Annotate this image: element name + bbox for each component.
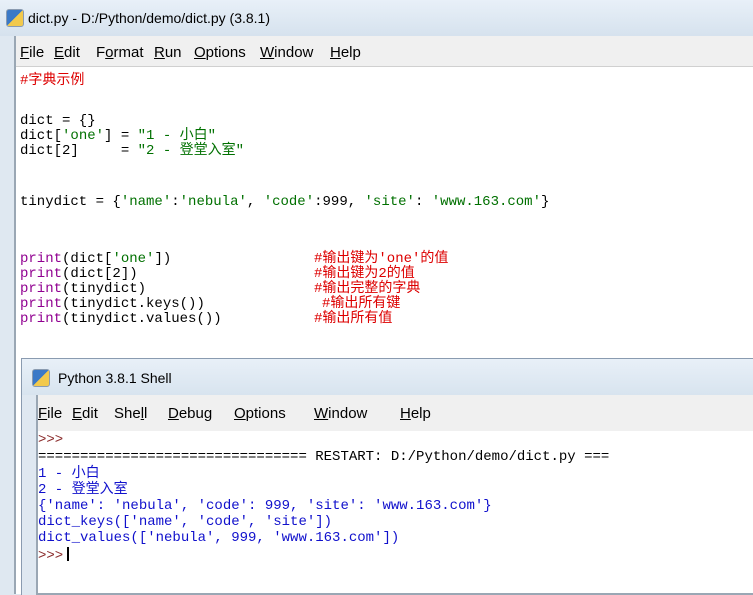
code-line-13: print(tinydict.keys()): [20, 296, 205, 312]
code-line-14: print(tinydict.values()): [20, 311, 222, 327]
shell-menu-help[interactable]: Help: [400, 405, 431, 422]
shell-menu-file[interactable]: File: [38, 405, 62, 422]
code-comment-4: #输出所有键: [322, 296, 401, 312]
code-line-11: print(dict[2]): [20, 266, 138, 282]
shell-menu-edit[interactable]: Edit: [72, 405, 98, 422]
shell-output-line-3: {'name': 'nebula', 'code': 999, 'site': …: [38, 498, 492, 514]
shell-menu-shell[interactable]: Shell: [114, 405, 147, 422]
code-line-5: dict[2] = "2 - 登堂入室": [20, 143, 245, 159]
code-line-3: dict = {}: [20, 113, 96, 129]
shell-prompt-last[interactable]: >>>: [38, 547, 70, 564]
menu-run[interactable]: Run: [154, 44, 182, 61]
shell-output-line-1: 1 - 小白: [38, 466, 100, 482]
shell-app-icon: [32, 369, 50, 387]
menu-format[interactable]: Format: [96, 44, 144, 61]
code-comment-3: #输出完整的字典: [314, 281, 421, 297]
menu-options[interactable]: Options: [194, 44, 246, 61]
shell-output-line-2: 2 - 登堂入室: [38, 482, 128, 498]
shell-title: Python 3.8.1 Shell: [58, 370, 172, 386]
shell-window: Python 3.8.1 Shell File Edit Shell Debug…: [21, 358, 753, 595]
shell-output[interactable]: >>> ================================ RES…: [38, 432, 609, 583]
shell-menu-debug[interactable]: Debug: [168, 405, 212, 422]
menu-edit[interactable]: Edit: [54, 44, 80, 61]
shell-prompt-first: >>>: [38, 432, 64, 448]
shell-restart-line: ================================ RESTART…: [38, 449, 610, 465]
code-line-1: #字典示例: [20, 73, 85, 89]
shell-output-line-4: dict_keys(['name', 'code', 'site']): [38, 514, 333, 530]
code-line-7: tinydict = {'name':'nebula', 'code':999,…: [20, 194, 550, 210]
editor-titlebar[interactable]: dict.py - D:/Python/demo/dict.py (3.8.1): [0, 0, 753, 36]
code-line-10: print(dict['one']): [20, 251, 172, 267]
menu-help[interactable]: Help: [330, 44, 361, 61]
code-line-4: dict['one'] = "1 - 小白": [20, 128, 217, 144]
text-cursor: [67, 547, 70, 561]
editor-menubar: File Edit Format Run Options Window Help: [16, 36, 753, 67]
code-line-12: print(tinydict): [20, 281, 147, 297]
shell-menu-window[interactable]: Window: [314, 405, 367, 422]
code-comment-2: #输出键为2的值: [314, 266, 415, 282]
code-editor-text[interactable]: #字典示例 dict = {} dict['one'] = "1 - 小白" d…: [20, 74, 549, 404]
idle-app-icon: [6, 9, 24, 27]
code-comment-5: #输出所有值: [314, 311, 393, 327]
menu-window[interactable]: Window: [260, 44, 313, 61]
shell-menubar: File Edit Shell Debug Options Window Hel…: [38, 395, 753, 431]
shell-output-line-5: dict_values(['nebula', 999, 'www.163.com…: [38, 530, 400, 546]
code-comment-1: #输出键为'one'的值: [314, 251, 449, 267]
shell-frame: File Edit Shell Debug Options Window Hel…: [36, 395, 753, 595]
editor-title: dict.py - D:/Python/demo/dict.py (3.8.1): [28, 10, 270, 26]
shell-titlebar[interactable]: Python 3.8.1 Shell: [22, 359, 753, 395]
menu-file[interactable]: File: [20, 44, 44, 61]
shell-menu-options[interactable]: Options: [234, 405, 286, 422]
